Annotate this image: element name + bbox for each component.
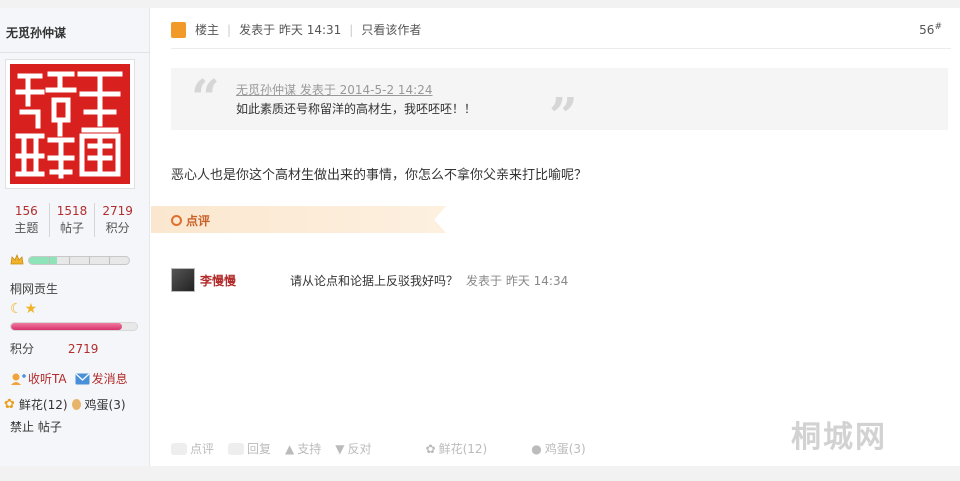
thumbs-down-icon: ▼ bbox=[335, 441, 345, 456]
comment-icon bbox=[171, 442, 187, 455]
owner-icon bbox=[171, 21, 186, 38]
quote-source-link[interactable]: 无觅孙仲谋 发表于 2014-5-2 14:24 bbox=[236, 81, 433, 98]
close-quote-icon: ” bbox=[549, 86, 578, 145]
egg-icon: ● bbox=[531, 441, 542, 456]
mail-icon bbox=[75, 373, 90, 384]
top-divider bbox=[0, 0, 960, 8]
level-row bbox=[10, 254, 130, 266]
sidebar-divider bbox=[0, 52, 150, 53]
post-content: 恶心人也是你这个高材生做出来的事情，你怎么不拿你父亲来打比喻呢？ bbox=[171, 168, 588, 183]
points-row: 积分 2719 bbox=[10, 340, 98, 357]
post-header: 楼主 | 发表于 昨天 14:31 | 只看该作者 bbox=[171, 21, 421, 38]
open-quote-icon: “ bbox=[191, 68, 220, 127]
only-author-link[interactable]: 只看该作者 bbox=[361, 21, 421, 38]
author-name[interactable]: 无觅孙仲谋 bbox=[6, 24, 66, 41]
owner-label: 楼主 bbox=[195, 23, 220, 37]
comment-section-label: 点评 bbox=[171, 212, 210, 229]
site-watermark: 桐城网 bbox=[791, 420, 887, 455]
post-time: 发表于 昨天 14:31 bbox=[239, 23, 342, 37]
quote-text: 如此素质还号称留洋的高材生，我呸呸呸！！ bbox=[236, 102, 477, 116]
flowers-count[interactable]: 鲜花(12) bbox=[19, 396, 68, 413]
floor-number[interactable]: 56# bbox=[919, 22, 942, 37]
egg-icon bbox=[71, 399, 81, 410]
send-message-button[interactable]: 发消息 bbox=[75, 370, 128, 387]
author-actions: 收听TA 发消息 bbox=[10, 370, 128, 387]
flower-icon: ✿ bbox=[4, 397, 15, 412]
points-progress-fill bbox=[11, 323, 122, 330]
header-divider bbox=[171, 48, 951, 49]
post-main: 楼主 | 发表于 昨天 14:31 | 只看该作者 56# “ ” 无觅孙仲谋 … bbox=[151, 8, 960, 466]
oppose-button[interactable]: ▼ 反对 bbox=[335, 440, 371, 457]
comment-text: 请从论点和论据上反驳我好吗？ bbox=[290, 273, 459, 288]
bottom-divider bbox=[0, 466, 960, 481]
author-sidebar: 无觅孙仲谋 156 主题 1518 帖子 2719 积分 桐网贡生 ☾ ★ 积分… bbox=[0, 8, 150, 466]
author-stats: 156 主题 1518 帖子 2719 积分 bbox=[4, 203, 140, 237]
seal-avatar-image bbox=[10, 64, 130, 184]
post-actions: 点评 回复 ▲ 支持 ▼ 反对 ✿ 鲜花(12) ● 鸡蛋(3) bbox=[171, 440, 586, 457]
moon-icon: ☾ bbox=[10, 301, 23, 317]
eggs-count[interactable]: 鸡蛋(3) bbox=[85, 396, 126, 413]
quote-block: “ ” 无觅孙仲谋 发表于 2014-5-2 14:24 如此素质还号称留洋的高… bbox=[171, 68, 948, 145]
comment-item: 李慢慢 请从论点和论据上反驳我好吗？ 发表于 昨天 14:34 bbox=[171, 268, 568, 292]
follow-button[interactable]: 收听TA bbox=[10, 370, 67, 387]
eggs-button[interactable]: ● 鸡蛋(3) bbox=[531, 440, 585, 457]
medals: ☾ ★ bbox=[10, 301, 37, 317]
user-group-name: 桐网贡生 bbox=[10, 282, 59, 296]
points-value: 2719 bbox=[67, 342, 99, 356]
support-button[interactable]: ▲ 支持 bbox=[285, 440, 321, 457]
reply-button[interactable]: 回复 bbox=[228, 440, 271, 457]
avatar[interactable] bbox=[5, 59, 135, 189]
stat-posts[interactable]: 1518 帖子 bbox=[48, 203, 95, 237]
follow-icon bbox=[11, 373, 26, 385]
points-label: 积分 bbox=[10, 342, 35, 356]
separator: | bbox=[227, 22, 232, 37]
thumbs-up-icon: ▲ bbox=[285, 441, 295, 456]
level-progress-bar bbox=[28, 255, 130, 265]
commenter-name[interactable]: 李慢慢 bbox=[200, 272, 290, 289]
stat-threads[interactable]: 156 主题 bbox=[4, 203, 49, 237]
gift-row: ✿ 鲜花(12) 鸡蛋(3) bbox=[4, 396, 126, 413]
comment-section-header: 点评 bbox=[151, 206, 446, 233]
flowers-button[interactable]: ✿ 鲜花(12) bbox=[426, 440, 488, 457]
crown-icon bbox=[10, 254, 24, 265]
star-icon: ★ bbox=[24, 301, 38, 317]
ban-posts-link[interactable]: 禁止 帖子 bbox=[10, 418, 62, 435]
stat-points[interactable]: 2719 积分 bbox=[94, 203, 140, 237]
ring-icon bbox=[171, 215, 182, 226]
comment-time: 发表于 昨天 14:34 bbox=[466, 273, 569, 288]
separator: | bbox=[349, 22, 354, 37]
points-progress-bar bbox=[10, 322, 138, 331]
commenter-avatar[interactable] bbox=[171, 268, 195, 292]
comment-button[interactable]: 点评 bbox=[171, 440, 214, 457]
reply-icon bbox=[228, 442, 245, 455]
flower-icon: ✿ bbox=[425, 441, 436, 456]
